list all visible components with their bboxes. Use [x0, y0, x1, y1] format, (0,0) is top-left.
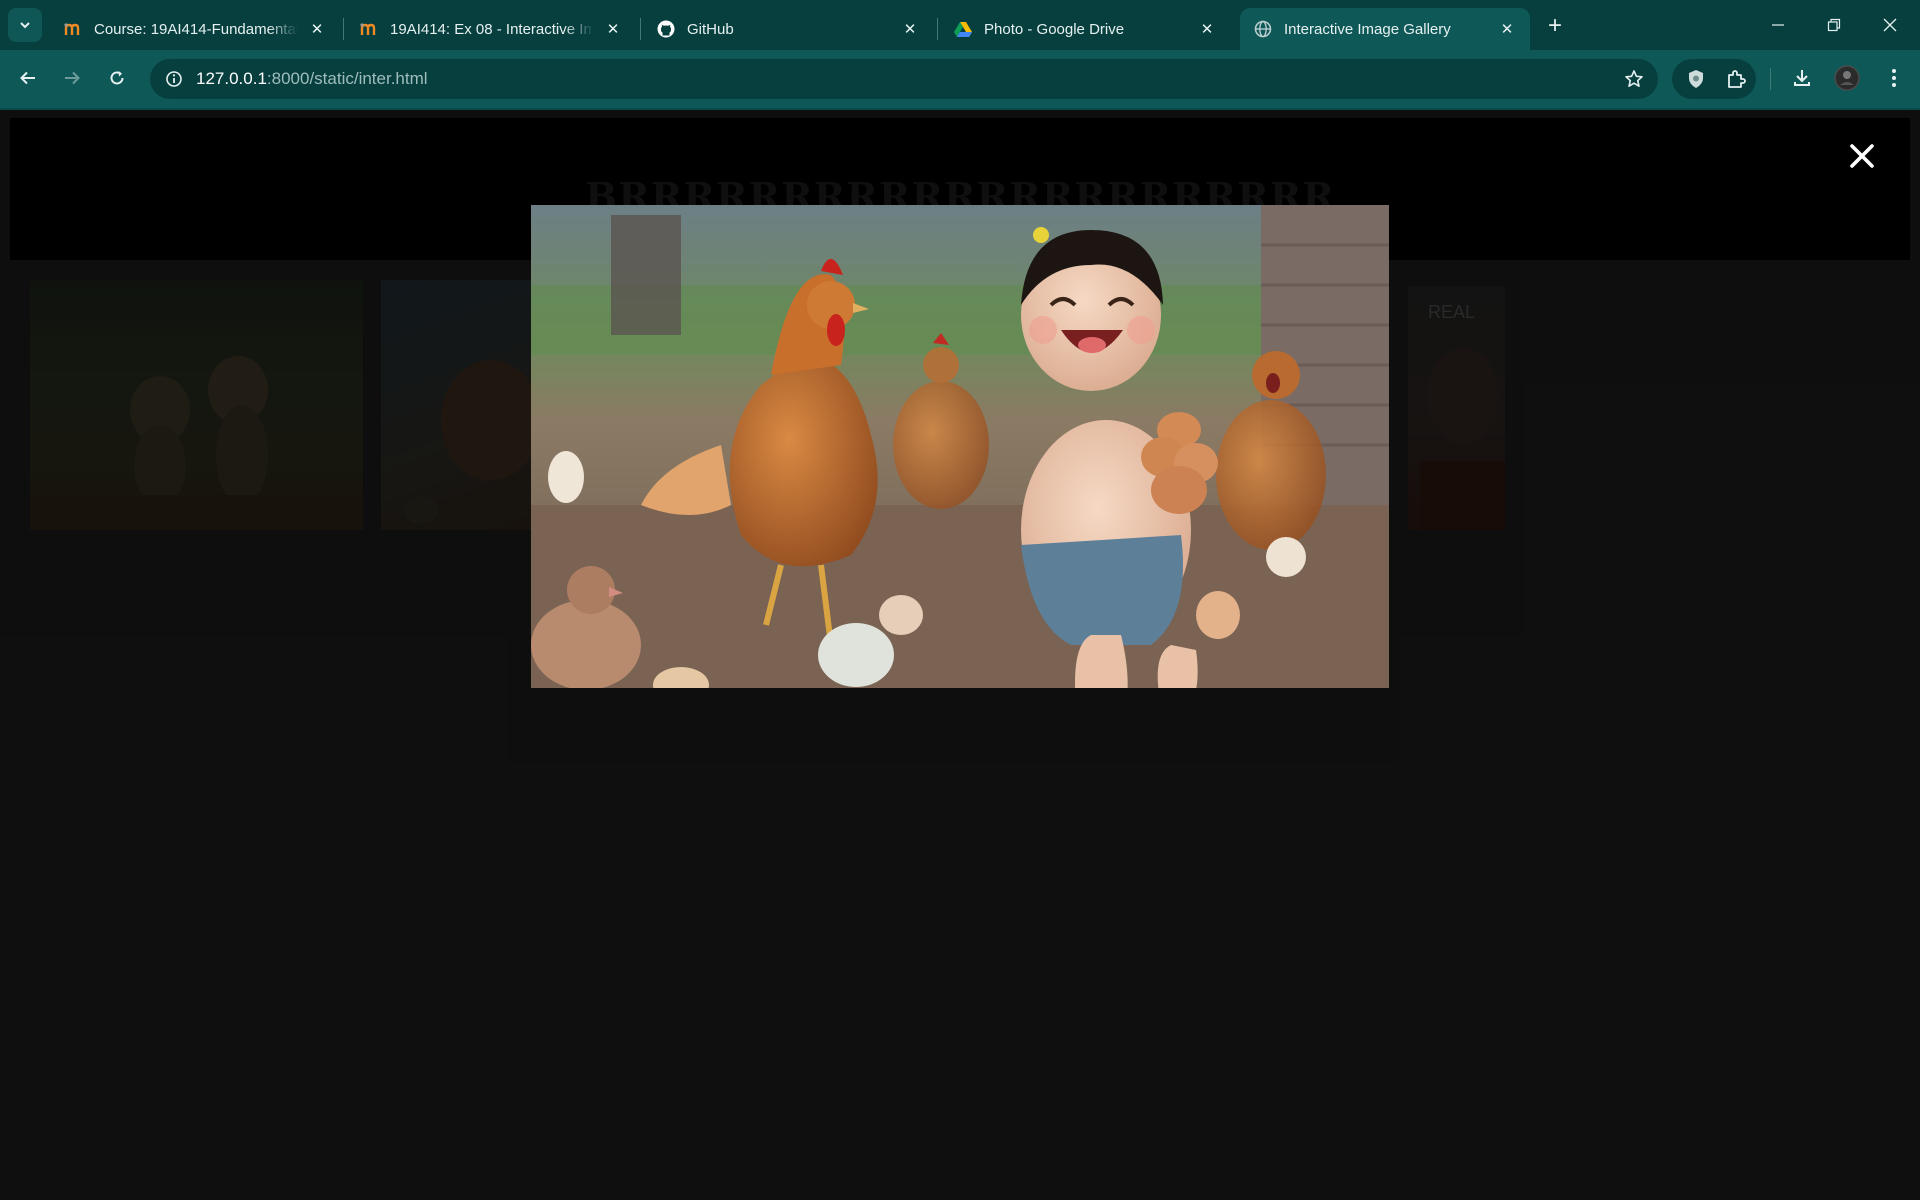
arrow-right-icon — [65, 71, 80, 85]
tab-title: GitHub — [687, 20, 734, 38]
chevron-down-icon — [20, 22, 30, 29]
restore-button[interactable] — [1806, 0, 1862, 50]
kebab-menu-icon — [1892, 69, 1896, 87]
tab-strip: Course: 19AI414-Fundamentals ✕ 19AI414: … — [0, 0, 1920, 50]
restore-icon — [1827, 18, 1841, 32]
forward-button[interactable] — [54, 60, 90, 96]
arrow-left-icon — [20, 71, 35, 85]
close-tab-icon[interactable]: ✕ — [899, 18, 921, 40]
close-tab-icon[interactable]: ✕ — [1196, 18, 1218, 40]
github-icon — [657, 20, 675, 38]
tab-title: Photo - Google Drive — [984, 20, 1125, 38]
close-icon — [1850, 144, 1874, 168]
tab-title: Interactive Image Gallery — [1284, 20, 1451, 38]
downloads-button[interactable] — [1784, 60, 1820, 96]
modal-enlarged-image — [531, 205, 1389, 688]
close-tab-icon[interactable]: ✕ — [602, 18, 624, 40]
url-host: 127.0.0.1 — [196, 69, 267, 88]
tab-title: Course: 19AI414-Fundamentals — [94, 20, 298, 38]
tab-github[interactable]: GitHub ✕ — [643, 8, 933, 50]
modal-close-button[interactable] — [1846, 140, 1878, 172]
extensions-button[interactable] — [1718, 61, 1754, 97]
minimize-icon — [1772, 24, 1784, 26]
tab-separator — [640, 18, 641, 40]
shield-extension-button[interactable] — [1678, 61, 1714, 97]
reload-button[interactable] — [99, 60, 135, 96]
site-info-icon[interactable] — [162, 67, 186, 91]
tab-course[interactable]: Course: 19AI414-Fundamentals ✕ — [50, 8, 340, 50]
tab-exercise[interactable]: 19AI414: Ex 08 - Interactive Ima ✕ — [346, 8, 636, 50]
baby-with-chickens-image — [531, 205, 1389, 688]
profile-button[interactable] — [1829, 60, 1865, 96]
close-window-button[interactable] — [1862, 0, 1918, 50]
minimize-button[interactable] — [1750, 0, 1806, 50]
avatar — [1834, 65, 1860, 91]
moodle-icon — [360, 20, 378, 38]
tab-google-drive[interactable]: Photo - Google Drive ✕ — [940, 8, 1230, 50]
url-text: 127.0.0.1:8000/static/inter.html — [196, 69, 428, 89]
close-tab-icon[interactable]: ✕ — [1496, 18, 1518, 40]
globe-icon — [1254, 20, 1272, 38]
puzzle-icon — [1728, 70, 1746, 88]
tab-search-button[interactable] — [8, 8, 42, 42]
tab-title: 19AI414: Ex 08 - Interactive Ima — [390, 20, 594, 38]
close-icon — [1883, 18, 1897, 32]
tab-separator — [937, 18, 938, 40]
extensions-group — [1672, 59, 1756, 99]
bookmark-star-icon[interactable] — [1622, 67, 1646, 91]
moodle-icon — [64, 20, 82, 38]
shield-icon — [1689, 70, 1703, 88]
new-tab-button[interactable]: + — [1540, 12, 1570, 40]
close-tab-icon[interactable]: ✕ — [306, 18, 328, 40]
address-bar[interactable]: 127.0.0.1:8000/static/inter.html — [150, 59, 1658, 99]
toolbar-divider — [1770, 68, 1771, 90]
tab-separator — [343, 18, 344, 40]
back-button[interactable] — [10, 60, 46, 96]
google-drive-icon — [954, 20, 972, 38]
reload-icon — [110, 71, 124, 85]
browser-toolbar: 127.0.0.1:8000/static/inter.html — [0, 50, 1920, 108]
tab-interactive-gallery[interactable]: Interactive Image Gallery ✕ — [1240, 8, 1530, 50]
download-icon — [1794, 70, 1810, 86]
browser-menu-button[interactable] — [1876, 60, 1912, 96]
url-path: :8000/static/inter.html — [266, 69, 428, 88]
